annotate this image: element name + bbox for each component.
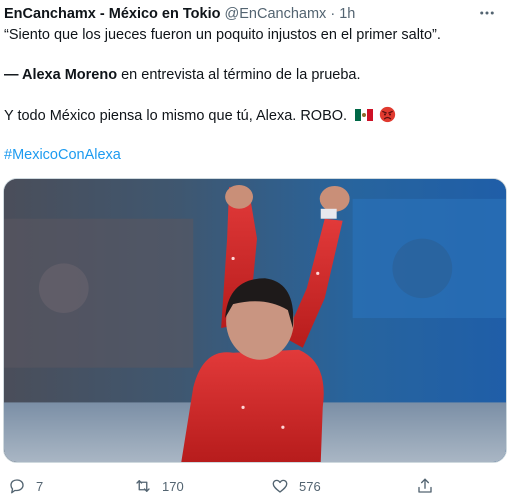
tweet-header: EnCanchamx - México en Tokio @EnCanchamx… [4, 4, 473, 24]
tweet-text-line-1: “Siento que los jueces fueron un poquito… [4, 27, 441, 43]
retweet-count: 170 [162, 478, 184, 494]
reply-icon [10, 479, 24, 494]
retweet-icon [136, 480, 150, 492]
tweet-actions: 7 170 576 [0, 472, 509, 500]
share-button[interactable] [416, 472, 434, 500]
tweet-hashtag-line: #MexicoConAlexa [4, 146, 499, 165]
tweet-text-line-3: Y todo México piensa lo mismo que tú, Al… [4, 106, 499, 126]
mexico-flag-emoji [355, 109, 374, 121]
author-handle[interactable]: @EnCanchamx [225, 6, 327, 22]
angry-face-emoji [379, 106, 396, 123]
gymnast-photo [4, 179, 506, 462]
author-name[interactable]: EnCanchamx - México en Tokio [4, 6, 220, 22]
share-icon [418, 478, 432, 493]
tweet-text-line-3-text: Y todo México piensa lo mismo que tú, Al… [4, 108, 348, 124]
like-button[interactable]: 576 [271, 472, 321, 500]
tweet[interactable]: EnCanchamx - México en Tokio @EnCanchamx… [0, 0, 509, 502]
reply-count: 7 [36, 478, 44, 494]
quote-attribution: — Alexa Moreno [4, 67, 118, 83]
more-icon [480, 11, 494, 15]
meta-separator: · [330, 6, 336, 22]
hashtag-link[interactable]: #MexicoConAlexa [4, 147, 121, 163]
reply-button[interactable]: 7 [8, 472, 43, 500]
tweet-text-line-2: — Alexa Moreno en entrevista al término … [4, 66, 499, 85]
tweet-photo[interactable] [3, 178, 507, 463]
heart-icon [272, 479, 288, 493]
tweet-time[interactable]: 1h [339, 6, 355, 22]
more-button[interactable] [475, 4, 499, 22]
retweet-button[interactable]: 170 [134, 472, 184, 500]
quote-context: en entrevista al término de la prueba. [117, 67, 361, 83]
like-count: 576 [299, 478, 321, 494]
